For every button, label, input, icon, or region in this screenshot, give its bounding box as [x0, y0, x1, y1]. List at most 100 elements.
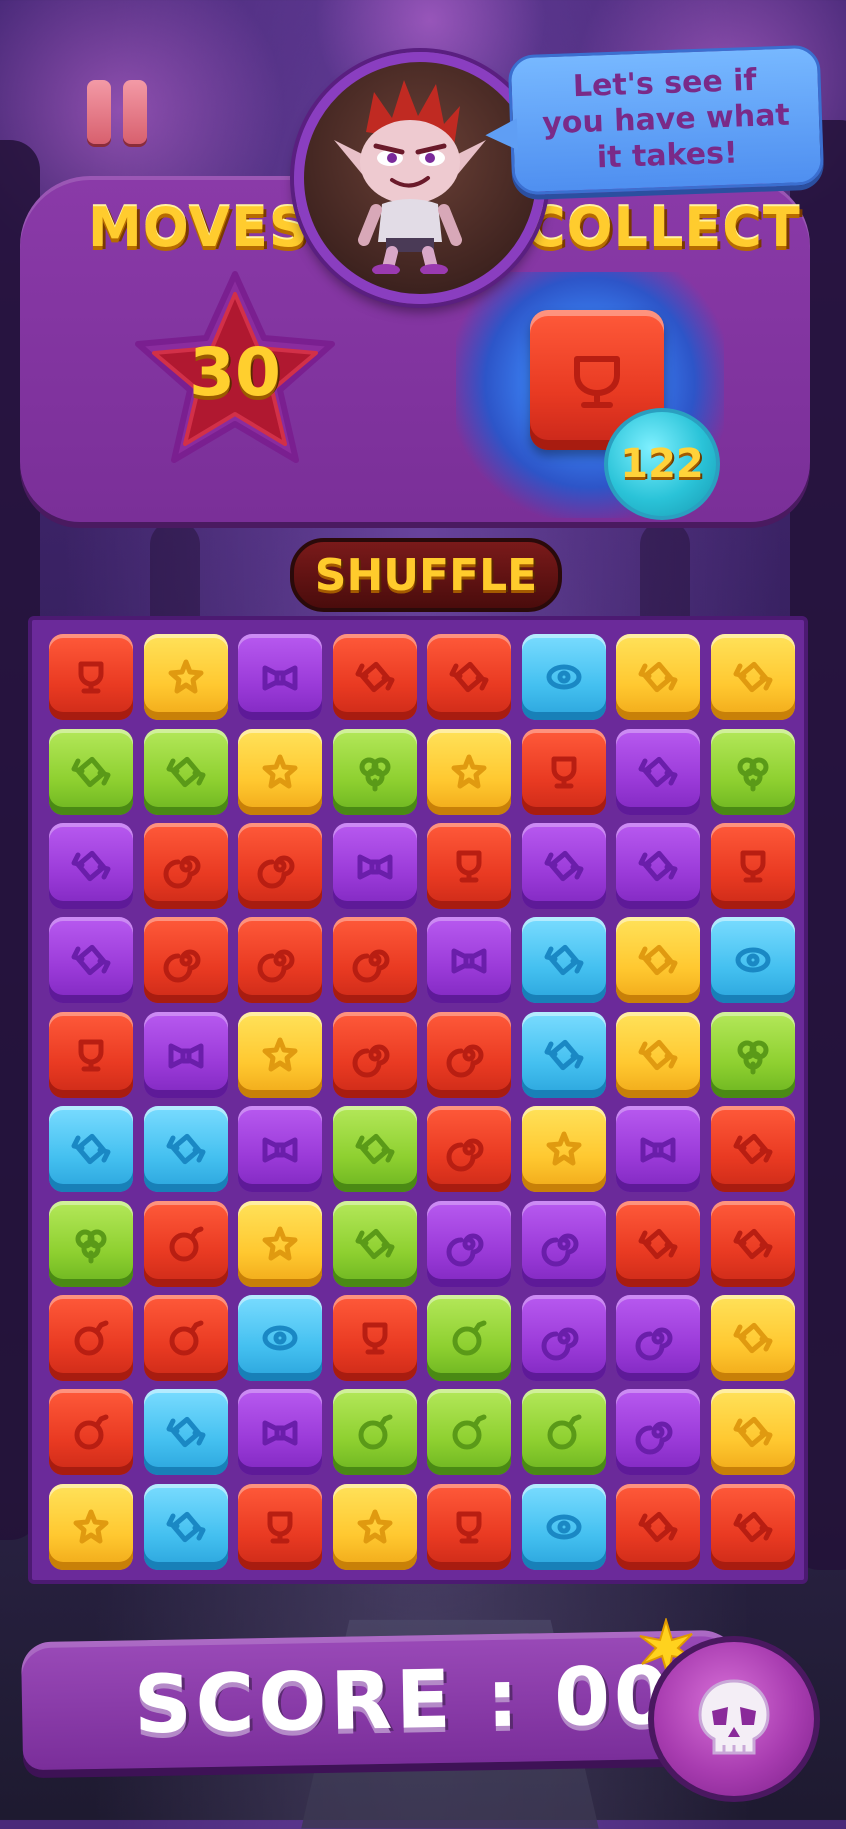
swirl-icon: [257, 855, 295, 889]
board-tile-green-bomb[interactable]: [521, 1389, 606, 1476]
bow-icon: [357, 854, 393, 880]
board-tile-blue-candy[interactable]: [143, 1483, 228, 1570]
board-tile-yellow-star[interactable]: [238, 1200, 323, 1287]
board-tile-purple-bow[interactable]: [238, 1389, 323, 1476]
board-tile-purple-candy[interactable]: [521, 823, 606, 909]
candy-icon: [166, 756, 206, 787]
board-tile-blue-candy[interactable]: [143, 1389, 228, 1476]
pause-button[interactable]: [84, 80, 150, 144]
shuffle-button[interactable]: SHUFFLE: [290, 538, 562, 612]
board-tile-green-bomb[interactable]: [332, 1389, 417, 1476]
skull-booster-button[interactable]: [648, 1636, 820, 1802]
board-tile-blue-eye[interactable]: [710, 917, 795, 1004]
board-tile-yellow-star[interactable]: [427, 728, 512, 815]
board-tile-yellow-candy[interactable]: [710, 1389, 795, 1476]
board-tile-purple-swirl[interactable]: [521, 1295, 606, 1381]
board-tile-blue-eye[interactable]: [521, 1483, 606, 1570]
board-tile-red-swirl[interactable]: [238, 823, 323, 909]
board-tile-purple-candy[interactable]: [49, 823, 134, 909]
board-tile-red-bomb[interactable]: [49, 1295, 134, 1381]
board-tile-yellow-candy[interactable]: [616, 1011, 701, 1098]
board-tile-red-swirl[interactable]: [238, 917, 323, 1004]
board-tile-purple-bow[interactable]: [427, 917, 512, 1004]
board-tile-yellow-star[interactable]: [521, 1106, 606, 1193]
bomb-icon: [452, 1414, 487, 1450]
board-tile-red-swirl[interactable]: [332, 917, 417, 1004]
board-tile-red-candy[interactable]: [616, 1200, 701, 1287]
board-tile-red-trophy[interactable]: [427, 1483, 512, 1570]
candy-icon: [638, 756, 678, 787]
board-tile-red-candy[interactable]: [710, 1200, 795, 1287]
board-tile-red-bomb[interactable]: [49, 1389, 134, 1476]
board-tile-green-bomb[interactable]: [427, 1389, 512, 1476]
board-tile-blue-candy[interactable]: [49, 1106, 134, 1193]
board-tile-green-candy[interactable]: [332, 1106, 417, 1193]
board-tile-blue-eye[interactable]: [238, 1295, 323, 1381]
board-tile-green-clover[interactable]: [710, 728, 795, 815]
board-tile-purple-bow[interactable]: [238, 1106, 323, 1193]
bomb-icon: [452, 1320, 487, 1356]
board-tile-yellow-candy[interactable]: [616, 917, 701, 1004]
board-tile-yellow-star[interactable]: [238, 728, 323, 815]
board-tile-blue-candy[interactable]: [521, 1011, 606, 1098]
board-tile-red-swirl[interactable]: [143, 917, 228, 1004]
board-tile-yellow-star[interactable]: [238, 1011, 323, 1098]
board-tile-green-clover[interactable]: [710, 1011, 795, 1098]
board-tile-red-trophy[interactable]: [49, 1011, 134, 1098]
board-tile-red-swirl[interactable]: [427, 1011, 512, 1098]
candy-icon: [638, 945, 678, 976]
bomb-icon: [74, 1414, 109, 1450]
board-tile-red-trophy[interactable]: [427, 823, 512, 909]
bow-icon: [262, 1137, 298, 1163]
board-tile-purple-swirl[interactable]: [521, 1200, 606, 1287]
board-tile-yellow-candy[interactable]: [710, 1295, 795, 1381]
swirl-icon: [352, 1044, 390, 1078]
board-tile-red-bomb[interactable]: [143, 1200, 228, 1287]
board-tile-red-swirl[interactable]: [143, 823, 228, 909]
board-tile-purple-bow[interactable]: [143, 1011, 228, 1098]
board-tile-red-bomb[interactable]: [143, 1295, 228, 1381]
board-tile-purple-candy[interactable]: [49, 917, 134, 1004]
board-tile-yellow-star[interactable]: [49, 1483, 134, 1570]
candy-icon: [544, 850, 584, 882]
board-tile-yellow-candy[interactable]: [710, 634, 795, 721]
board-tile-red-swirl[interactable]: [332, 1011, 417, 1098]
board-tile-green-clover[interactable]: [332, 728, 417, 815]
board-tile-purple-swirl[interactable]: [427, 1200, 512, 1287]
board-tile-red-trophy[interactable]: [49, 634, 134, 721]
board-tile-yellow-star[interactable]: [332, 1483, 417, 1570]
board-tile-blue-candy[interactable]: [143, 1106, 228, 1193]
board-tile-red-trophy[interactable]: [238, 1483, 323, 1570]
board-tile-blue-eye[interactable]: [521, 634, 606, 721]
board-tile-purple-swirl[interactable]: [616, 1295, 701, 1381]
board-tile-green-candy[interactable]: [49, 728, 134, 815]
board-tile-blue-candy[interactable]: [521, 917, 606, 1004]
board-tile-red-candy[interactable]: [710, 1106, 795, 1193]
board-tile-purple-candy[interactable]: [616, 823, 701, 909]
board-tile-purple-bow[interactable]: [332, 823, 417, 909]
board-tile-purple-swirl[interactable]: [616, 1389, 701, 1476]
bow-icon: [262, 1420, 298, 1446]
board-tile-yellow-candy[interactable]: [616, 634, 701, 721]
board-tile-red-swirl[interactable]: [427, 1106, 512, 1193]
board-tile-green-candy[interactable]: [332, 1200, 417, 1287]
board-tile-green-clover[interactable]: [49, 1200, 134, 1287]
board-tile-red-candy[interactable]: [332, 634, 417, 721]
trophy-icon: [456, 1511, 482, 1544]
board-tile-red-candy[interactable]: [710, 1483, 795, 1570]
board-tile-purple-bow[interactable]: [238, 634, 323, 721]
board-tile-red-trophy[interactable]: [521, 728, 606, 815]
swirl-icon: [635, 1327, 673, 1361]
board-tile-red-trophy[interactable]: [332, 1295, 417, 1381]
swirl-icon: [446, 1044, 484, 1078]
board-tile-red-trophy[interactable]: [710, 823, 795, 909]
board-tile-green-bomb[interactable]: [427, 1295, 512, 1381]
board-tile-yellow-star[interactable]: [143, 634, 228, 721]
swirl-icon: [541, 1233, 579, 1267]
board-tile-red-candy[interactable]: [616, 1483, 701, 1570]
board-tile-purple-candy[interactable]: [616, 728, 701, 815]
board-tile-green-candy[interactable]: [143, 728, 228, 815]
board-tile-purple-bow[interactable]: [616, 1106, 701, 1193]
bomb-icon: [169, 1226, 204, 1262]
board-tile-red-candy[interactable]: [427, 634, 512, 721]
